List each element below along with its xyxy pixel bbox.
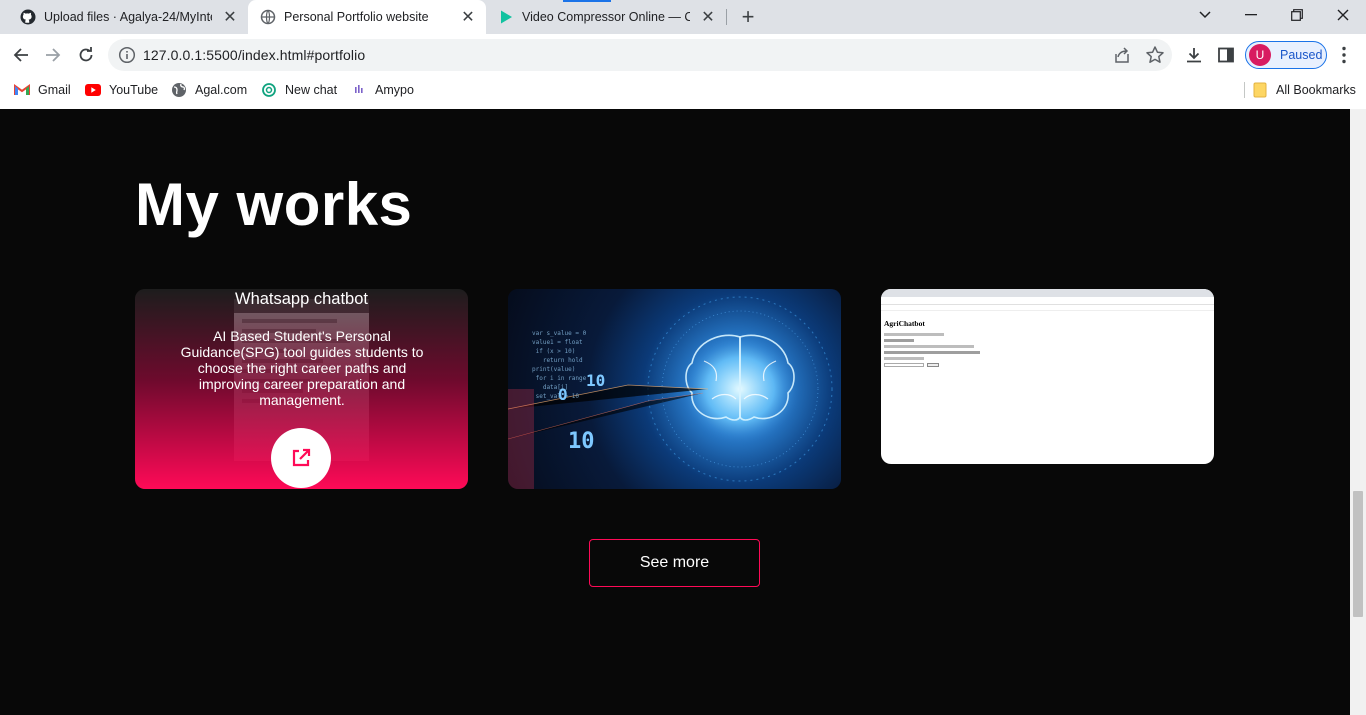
page-viewport: My works Whatsapp chatbot AI Based Stude… [0,109,1350,715]
close-window-button[interactable] [1320,0,1366,30]
gmail-icon [14,82,30,98]
download-icon[interactable] [1184,45,1204,65]
work-card-whatsapp-chatbot[interactable]: Whatsapp chatbot AI Based Student's Pers… [135,289,468,489]
screenshot-heading: AgriChatbot [884,319,925,328]
folder-icon [1252,82,1268,98]
bookmark-youtube[interactable]: YouTube [85,80,158,100]
close-icon [1337,9,1349,21]
tab-title: Upload files · Agalya-24/MyInter [44,10,212,24]
minimize-button[interactable] [1228,0,1274,30]
share-icon[interactable] [1113,46,1131,64]
forward-button[interactable] [38,40,68,70]
screenshot-line [884,339,914,342]
section-title: My works [135,171,413,238]
close-icon[interactable]: ✕ [698,7,718,27]
restore-icon [1291,9,1303,21]
bookmarks-divider [1244,82,1245,98]
bookmark-label: New chat [285,83,338,97]
see-more-button[interactable]: See more [589,539,760,587]
screenshot-input [884,363,924,367]
avatar: U [1249,44,1271,66]
bookmark-new-chat[interactable]: New chat [261,80,337,100]
screenshot-line [884,333,944,336]
url-text[interactable]: 127.0.0.1:5500/index.html#portfolio [143,47,365,63]
scrollbar-thumb[interactable] [1353,491,1363,617]
back-button[interactable] [6,40,36,70]
tab-title: Video Compressor Online — Clic [522,10,690,24]
more-menu-icon[interactable] [1336,45,1352,65]
bookmark-label: Amypo [375,83,414,97]
arrow-right-icon [46,48,61,62]
profile-button[interactable]: U Paused [1245,41,1327,69]
bookmark-gmail[interactable]: Gmail [14,80,71,100]
open-project-button[interactable] [271,428,331,488]
tab-github[interactable]: Upload files · Agalya-24/MyInter ✕ [8,0,248,34]
screenshot-line [884,357,924,360]
info-icon[interactable] [118,46,136,64]
side-panel-icon[interactable] [1216,45,1236,65]
tab-title: Personal Portfolio website [284,10,429,24]
amypo-icon [351,82,367,98]
digit-decoration: 10 [568,429,595,454]
work-description: AI Based Student's Personal Guidance(SPG… [180,328,424,408]
youtube-icon [85,82,101,98]
bookmark-label: Agal.com [195,83,248,97]
all-bookmarks-label: All Bookmarks [1276,83,1356,97]
chatgpt-icon [261,82,277,98]
tab-portfolio[interactable]: Personal Portfolio website ✕ [248,0,486,34]
arrow-left-icon [13,48,28,62]
minimize-icon [1245,14,1257,16]
tab-strip: Upload files · Agalya-24/MyInter ✕ Perso… [0,0,1366,34]
new-tab-button[interactable]: + [736,4,760,29]
screenshot-button [927,363,939,367]
external-link-icon [292,448,311,467]
screenshot-line [884,351,980,354]
bookmark-amypo[interactable]: Amypo [351,80,414,100]
tab-search-button[interactable] [1182,0,1228,30]
bookmark-label: Gmail [38,83,71,97]
work-title: Whatsapp chatbot [235,290,368,308]
digit-decoration: 10 [586,371,606,390]
tab-video-compressor[interactable]: Video Compressor Online — Clic ✕ [486,0,726,34]
all-bookmarks[interactable]: All Bookmarks [1252,80,1356,100]
chevron-down-icon [1199,11,1211,19]
github-icon [20,9,36,25]
work-card-agrichatbot[interactable]: AgriChatbot [881,289,1214,464]
address-bar[interactable]: 127.0.0.1:5500/index.html#portfolio [108,39,1172,71]
digit-decoration: 0 [558,385,568,404]
profile-status: Paused [1280,48,1323,62]
close-icon[interactable]: ✕ [458,7,478,27]
globe-icon [171,82,187,98]
browser-toolbar: 127.0.0.1:5500/index.html#portfolio U Pa… [0,34,1366,76]
star-icon[interactable] [1145,45,1165,65]
bookmarks-bar: Gmail YouTube Agal.com New chat Amypo Al… [0,76,1366,104]
page-scrollbar[interactable] [1350,109,1366,715]
tab-divider [726,9,727,25]
reload-button[interactable] [71,40,101,70]
close-icon[interactable]: ✕ [220,7,240,27]
project-screenshot: AgriChatbot [881,289,1214,464]
reload-icon [79,47,93,62]
globe-icon [260,9,276,25]
restore-button[interactable] [1274,0,1320,30]
play-icon [498,9,514,25]
bookmark-label: YouTube [109,83,159,97]
work-card-ai-brain[interactable]: var s_value = 0 value1 = float if (x > 1… [508,289,841,489]
screenshot-line [884,345,974,348]
bookmark-agal[interactable]: Agal.com [171,80,247,100]
